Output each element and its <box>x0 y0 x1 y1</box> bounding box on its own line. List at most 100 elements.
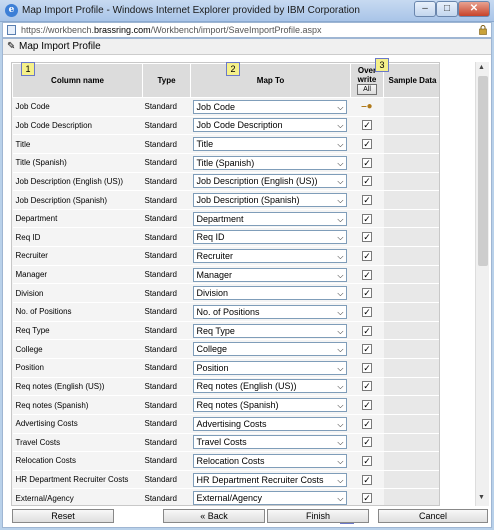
table-row: Job Description (Spanish) Standard Job Des… <box>12 190 439 210</box>
overwrite-checkbox[interactable]: ✓ <box>362 437 372 448</box>
sample-data-cell <box>383 116 439 136</box>
map-to-select[interactable]: HR Department Recruiter Costs ⌵ <box>192 472 347 487</box>
sample-data-cell <box>383 265 439 285</box>
map-to-cell: Department ⌵ <box>190 209 351 229</box>
overwrite-checkbox[interactable]: ✓ <box>362 306 372 317</box>
map-to-select[interactable]: Job Description (English (US)) ⌵ <box>192 174 347 189</box>
overwrite-cell: ✓ <box>350 302 384 322</box>
map-to-select[interactable]: No. of Positions ⌵ <box>192 304 347 319</box>
callout-2: 2 <box>226 62 240 76</box>
overwrite-checkbox[interactable]: ✓ <box>362 120 372 131</box>
overwrite-checkbox[interactable]: ✓ <box>362 381 372 392</box>
header-sample-data: Sample Data <box>383 63 439 98</box>
type-cell: Standard <box>142 414 191 434</box>
overwrite-checkbox[interactable]: ✓ <box>362 232 372 243</box>
map-to-select[interactable]: Division ⌵ <box>192 286 347 301</box>
sample-data-cell <box>383 172 439 192</box>
overwrite-cell: ✓ <box>350 227 384 248</box>
overwrite-checkbox[interactable]: ✓ <box>362 493 372 504</box>
column-name-cell: HR Department Recruiter Costs <box>12 470 143 490</box>
column-name-cell: External/Agency <box>12 488 143 505</box>
map-to-select[interactable]: Travel Costs ⌵ <box>192 435 347 450</box>
reset-button[interactable]: Reset <box>12 509 114 523</box>
map-to-select[interactable]: Advertising Costs ⌵ <box>192 416 347 431</box>
map-to-select[interactable]: Relocation Costs ⌵ <box>192 453 347 468</box>
map-to-cell: Req Type ⌵ <box>190 321 351 341</box>
overwrite-checkbox[interactable]: ✓ <box>362 195 372 206</box>
map-to-select[interactable]: College ⌵ <box>192 342 347 357</box>
overwrite-cell: ✓ <box>350 153 384 173</box>
overwrite-checkbox[interactable]: ✓ <box>362 176 372 187</box>
overwrite-checkbox[interactable]: ✓ <box>362 418 372 429</box>
overwrite-cell: ✓ <box>350 209 384 229</box>
map-to-select[interactable]: Req Type ⌵ <box>192 323 347 338</box>
type-cell: Standard <box>142 227 191 248</box>
overwrite-checkbox[interactable]: ✓ <box>362 344 372 355</box>
type-cell: Standard <box>142 283 191 304</box>
chevron-down-icon: ⌵ <box>337 456 344 466</box>
overwrite-checkbox[interactable]: ✓ <box>362 213 372 224</box>
sample-data-cell <box>383 97 439 117</box>
scroll-thumb[interactable] <box>478 76 488 266</box>
map-to-select[interactable]: Job Code ⌵ <box>192 99 347 114</box>
scroll-down-icon[interactable]: ▼ <box>478 494 485 501</box>
chevron-down-icon: ⌵ <box>337 475 344 485</box>
map-to-select[interactable]: Job Description (Spanish) ⌵ <box>192 193 347 208</box>
overwrite-all-button[interactable]: All <box>357 84 377 95</box>
overwrite-checkbox[interactable]: ✓ <box>362 474 372 485</box>
map-to-select[interactable]: Position ⌵ <box>192 360 347 375</box>
sample-data-cell <box>383 358 439 378</box>
overwrite-checkbox[interactable]: ✓ <box>362 400 372 411</box>
map-to-select[interactable]: External/Agency ⌵ <box>192 491 347 505</box>
address-bar[interactable]: https://workbench.brassring.com/Workbenc… <box>2 22 492 38</box>
map-to-select[interactable]: Req notes (English (US)) ⌵ <box>192 379 347 394</box>
map-to-value: Job Code <box>196 101 236 112</box>
overwrite-checkbox[interactable]: ✓ <box>362 325 372 336</box>
overwrite-checkbox[interactable]: ✓ <box>362 269 372 280</box>
map-to-cell: Job Description (English (US)) ⌵ <box>190 172 351 192</box>
finish-button[interactable]: Finish <box>267 509 369 523</box>
sample-data-cell <box>383 246 439 266</box>
overwrite-checkbox[interactable]: ✓ <box>362 157 372 168</box>
callout-1: 1 <box>21 62 35 76</box>
back-button[interactable]: « Back <box>163 509 265 523</box>
sample-data-cell <box>383 414 439 434</box>
overwrite-checkbox[interactable]: ✓ <box>362 250 372 261</box>
type-cell: Standard <box>142 470 191 490</box>
map-to-select[interactable]: Job Code Description ⌵ <box>192 118 347 133</box>
sample-data-cell <box>383 377 439 397</box>
vertical-scrollbar[interactable]: ▲ ▼ <box>475 62 489 506</box>
scroll-up-icon[interactable]: ▲ <box>478 64 485 71</box>
minimize-button[interactable]: – <box>414 1 436 17</box>
column-name-cell: No. of Positions <box>12 302 143 322</box>
overwrite-checkbox[interactable]: ✓ <box>362 455 372 466</box>
overwrite-cell: ✓ <box>350 395 384 415</box>
map-to-select[interactable]: Req ID ⌵ <box>192 230 347 245</box>
map-to-select[interactable]: Department ⌵ <box>192 211 347 226</box>
chevron-down-icon: ⌵ <box>337 419 344 429</box>
map-to-select[interactable]: Recruiter ⌵ <box>192 248 347 263</box>
map-to-value: Department <box>196 213 244 224</box>
table-row: Req Type Standard Req Type ⌵ ✓ <box>12 321 439 341</box>
chevron-down-icon: ⌵ <box>337 121 344 131</box>
overwrite-checkbox[interactable]: ✓ <box>362 139 372 150</box>
map-to-value: College <box>196 344 228 355</box>
map-to-value: Req notes (Spanish) <box>196 400 279 411</box>
overwrite-cell: ✓ <box>350 358 384 378</box>
overwrite-cell: ✓ <box>350 321 384 341</box>
overwrite-cell: ✓ <box>350 134 384 154</box>
overwrite-cell: ⎯● <box>350 97 384 117</box>
cancel-button[interactable]: Cancel <box>378 509 488 523</box>
overwrite-checkbox[interactable]: ✓ <box>362 362 372 373</box>
chevron-down-icon: ⌵ <box>337 307 344 317</box>
close-button[interactable]: ✕ <box>458 1 490 17</box>
overwrite-cell: ✓ <box>350 433 384 453</box>
map-to-select[interactable]: Req notes (Spanish) ⌵ <box>192 398 347 413</box>
map-to-select[interactable]: Manager ⌵ <box>192 267 347 282</box>
overwrite-checkbox[interactable]: ✓ <box>362 288 372 299</box>
maximize-button[interactable]: □ <box>436 1 458 17</box>
map-to-cell: HR Department Recruiter Costs ⌵ <box>190 470 351 490</box>
map-to-select[interactable]: Title ⌵ <box>192 137 347 152</box>
map-to-select[interactable]: Title (Spanish) ⌵ <box>192 155 347 170</box>
type-cell: Standard <box>142 265 191 285</box>
